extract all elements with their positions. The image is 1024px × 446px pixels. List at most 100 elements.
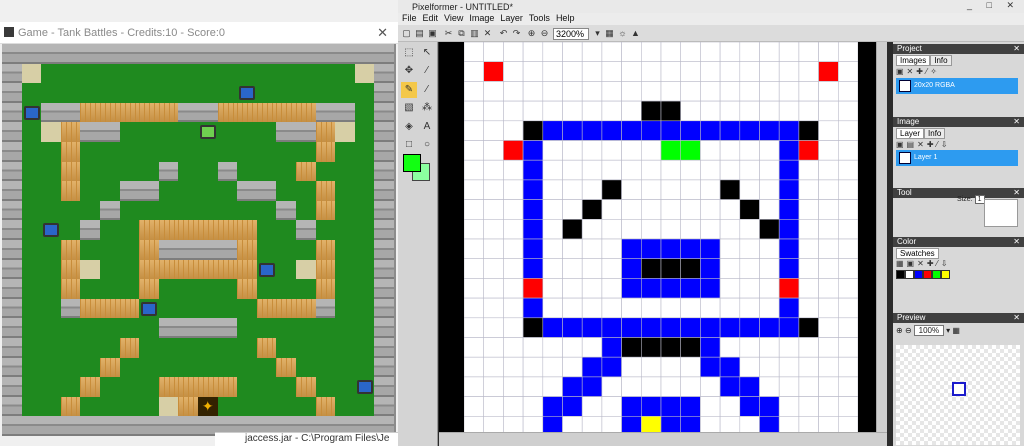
- pixel-cell[interactable]: [700, 317, 721, 338]
- chevron-down-icon[interactable]: ▾: [592, 28, 603, 39]
- pixel-cell[interactable]: [660, 140, 682, 161]
- pixel-cell[interactable]: [739, 199, 760, 220]
- pixel-cell[interactable]: [818, 396, 839, 417]
- pixel-cell[interactable]: [601, 396, 622, 417]
- pixel-cell[interactable]: [483, 356, 504, 378]
- pixel-cell[interactable]: [581, 199, 603, 220]
- pixel-cell[interactable]: [739, 238, 760, 260]
- pixel-cell[interactable]: [660, 159, 682, 181]
- pixel-cell[interactable]: [503, 317, 524, 338]
- pixel-cell[interactable]: [680, 356, 701, 378]
- pixel-cell[interactable]: [759, 199, 780, 220]
- pixel-cell[interactable]: [503, 258, 524, 279]
- pixel-cell[interactable]: [778, 81, 800, 102]
- pixel-cell[interactable]: [680, 219, 701, 240]
- pixel-cell[interactable]: [522, 199, 544, 220]
- pixel-cell[interactable]: [601, 219, 622, 240]
- pixel-cell[interactable]: [483, 238, 504, 260]
- pixel-cell[interactable]: [483, 258, 504, 279]
- game-board[interactable]: ✦: [2, 44, 396, 436]
- pixel-cell[interactable]: [621, 81, 642, 102]
- pixel-cell[interactable]: [464, 356, 485, 378]
- pixel-cell[interactable]: [700, 278, 721, 299]
- pixel-cell[interactable]: [680, 278, 701, 299]
- pixel-cell[interactable]: [503, 219, 524, 240]
- pixel-cell[interactable]: [798, 61, 819, 82]
- pixel-cell[interactable]: [759, 337, 780, 358]
- pixel-cell[interactable]: [837, 317, 858, 338]
- pixel-cell[interactable]: [483, 337, 504, 358]
- pixel-cell[interactable]: [778, 258, 800, 279]
- pixel-cell[interactable]: [700, 356, 721, 378]
- pixel-cell[interactable]: [464, 42, 485, 63]
- pixel-cell[interactable]: [660, 278, 682, 299]
- pixel-cell[interactable]: [739, 258, 760, 279]
- pixel-cell[interactable]: [798, 120, 819, 141]
- pixel-cell[interactable]: [503, 199, 524, 220]
- pixel-cell[interactable]: [719, 81, 741, 102]
- pixel-cell[interactable]: [621, 317, 642, 338]
- pixel-cell[interactable]: [581, 356, 603, 378]
- pixel-cell[interactable]: [798, 219, 819, 240]
- pixel-cell[interactable]: [581, 159, 603, 181]
- pixel-cell[interactable]: [837, 376, 858, 397]
- pixel-cell[interactable]: [739, 337, 760, 358]
- game-close-button[interactable]: ✕: [377, 25, 388, 41]
- pixel-cell[interactable]: [680, 199, 701, 220]
- pixel-cell[interactable]: [483, 219, 504, 240]
- pixel-cell[interactable]: [522, 179, 544, 200]
- pixel-cell[interactable]: [621, 396, 642, 417]
- pixel-cell[interactable]: [700, 120, 721, 141]
- taskbar-item[interactable]: jaccess.jar - C:\Program Files\Je: [215, 432, 400, 446]
- pixel-cell[interactable]: [719, 238, 741, 260]
- pixel-cell[interactable]: [542, 159, 563, 181]
- pixel-cell[interactable]: [542, 376, 563, 397]
- pixel-cell[interactable]: [641, 100, 662, 122]
- pixel-cell[interactable]: [818, 356, 839, 378]
- menu-help[interactable]: Help: [556, 13, 575, 25]
- pixel-cell[interactable]: [818, 120, 839, 141]
- pixel-cell[interactable]: [641, 396, 662, 417]
- pixel-cell[interactable]: [601, 199, 622, 220]
- pixel-cell[interactable]: [503, 396, 524, 417]
- pixel-cell[interactable]: [522, 258, 544, 279]
- move-icon[interactable]: ✥: [401, 63, 417, 79]
- pixel-cell[interactable]: [759, 258, 780, 279]
- text-icon[interactable]: A: [419, 119, 435, 135]
- pixel-cell[interactable]: [503, 337, 524, 358]
- pixel-cell[interactable]: [778, 396, 800, 417]
- pixel-cell[interactable]: [719, 396, 741, 417]
- pixel-cell[interactable]: [522, 238, 544, 260]
- pixel-cell[interactable]: [562, 258, 583, 279]
- pixel-cell[interactable]: [601, 297, 622, 319]
- pixel-cell[interactable]: [621, 258, 642, 279]
- pixel-cell[interactable]: [601, 42, 622, 63]
- pixel-cell[interactable]: [660, 120, 682, 141]
- window-controls[interactable]: _ □ ✕: [967, 0, 1020, 11]
- pixel-cell[interactable]: [522, 337, 544, 358]
- pixel-cell[interactable]: [837, 278, 858, 299]
- preview-zoom-select[interactable]: 100%: [913, 325, 944, 336]
- pixel-cell[interactable]: [660, 376, 682, 397]
- pixel-cell[interactable]: [503, 81, 524, 102]
- pixel-cell[interactable]: [818, 337, 839, 358]
- pixel-cell[interactable]: [464, 179, 485, 200]
- pixel-cell[interactable]: [798, 396, 819, 417]
- pixel-cell[interactable]: [818, 100, 839, 122]
- pixel-cell[interactable]: [601, 179, 622, 200]
- pixel-cell[interactable]: [778, 179, 800, 200]
- minimize-button[interactable]: _: [967, 0, 978, 10]
- pixel-cell[interactable]: [700, 100, 721, 122]
- pixel-cell[interactable]: [562, 140, 583, 161]
- pixel-cell[interactable]: [700, 61, 721, 82]
- pixel-cell[interactable]: [660, 199, 682, 220]
- pixel-cell[interactable]: [719, 179, 741, 200]
- pixel-cell[interactable]: [641, 278, 662, 299]
- pixel-cell[interactable]: [522, 278, 544, 299]
- pixel-cell[interactable]: [621, 337, 642, 358]
- pixel-cell[interactable]: [503, 120, 524, 141]
- pixel-cell[interactable]: [581, 140, 603, 161]
- pixel-cell[interactable]: [464, 317, 485, 338]
- pixel-cell[interactable]: [719, 120, 741, 141]
- pixel-cell[interactable]: [522, 100, 544, 122]
